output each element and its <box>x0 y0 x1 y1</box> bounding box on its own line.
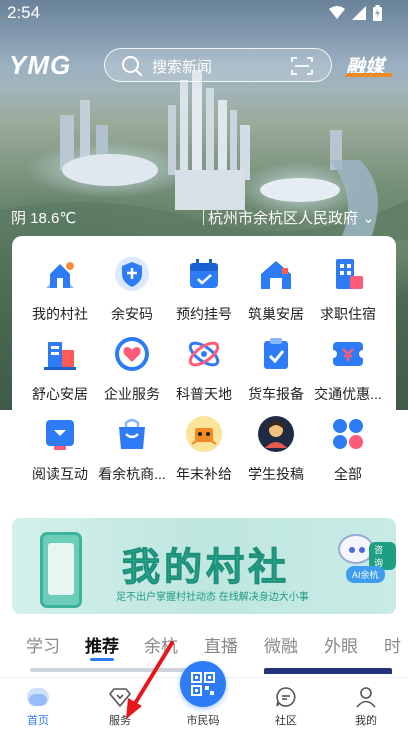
building-icon <box>328 254 368 294</box>
chat-bubble-icon <box>276 687 296 707</box>
service-item[interactable]: 货车报备 <box>240 334 312 400</box>
tab-waiyan[interactable]: 外眼 <box>324 632 358 657</box>
reading-icon <box>40 414 80 454</box>
service-item[interactable]: 预约挂号 <box>168 254 240 320</box>
wifi-icon <box>329 6 345 19</box>
shield-code-icon <box>112 254 152 294</box>
service-item[interactable]: 科普天地 <box>168 334 240 400</box>
status-time: 2:54 <box>7 3 41 22</box>
service-item-label: 预约挂号 <box>176 306 232 320</box>
service-item-label: 舒心安居 <box>32 386 88 400</box>
village-banner[interactable]: 我的村社 足不出户掌握村社动态 在线解决身边大小事 咨询 AI余杭 <box>12 518 396 614</box>
service-item-label: 余安码 <box>111 306 153 320</box>
service-grid-card: 我的村社 余安码 预约挂号 筑巢安居 求职住宿舒心安居 企业服务 科普天地 货车报备 交通优惠.… <box>12 236 396 501</box>
service-item-label: 求职住宿 <box>320 306 376 320</box>
weather-text: 阴 18.6℃ <box>11 210 77 227</box>
tab-xuexi[interactable]: 学习 <box>26 632 60 657</box>
tab-weirong[interactable]: 微融 <box>264 632 298 657</box>
home-icon <box>27 688 49 706</box>
service-item[interactable]: 交通优惠... <box>312 334 384 400</box>
all-grid-icon <box>328 414 368 454</box>
service-item[interactable]: 年末补给 <box>168 414 240 480</box>
search-icon <box>122 56 142 76</box>
service-item-label: 企业服务 <box>104 386 160 400</box>
service-item-label: 全部 <box>334 466 362 480</box>
divider <box>203 209 204 225</box>
nav-mine[interactable]: 我的 <box>336 686 396 728</box>
tab-shi[interactable]: 时 <box>384 632 401 657</box>
nav-home[interactable]: 首页 <box>8 686 68 728</box>
service-item[interactable]: 余安码 <box>96 254 168 320</box>
service-item-label: 我的村社 <box>32 306 88 320</box>
phone-illustration <box>40 532 82 608</box>
heart-hands-icon <box>112 334 152 374</box>
news-tabs: 学习 推荐 余杭 直播 微融 外眼 时 <box>0 632 408 662</box>
service-grid: 我的村社 余安码 预约挂号 筑巢安居 求职住宿舒心安居 企业服务 科普天地 货车报备 交通优惠.… <box>12 254 396 480</box>
nav-community[interactable]: 社区 <box>256 686 316 728</box>
ai-yuhang-tag: AI余杭 <box>346 566 385 583</box>
service-item-label: 交通优惠... <box>314 386 382 400</box>
village-house-icon <box>40 254 80 294</box>
service-item-label: 货车报备 <box>248 386 304 400</box>
service-item[interactable]: 全部 <box>312 414 384 480</box>
service-item[interactable]: 舒心安居 <box>24 334 96 400</box>
service-item-label: 阅读互动 <box>32 466 88 480</box>
active-tab-indicator <box>90 658 114 661</box>
service-item[interactable]: 阅读互动 <box>24 414 96 480</box>
ymg-logo: YMG <box>9 50 72 80</box>
gift-character-icon <box>184 414 224 454</box>
service-item[interactable]: 看余杭商... <box>96 414 168 480</box>
service-item[interactable]: 我的村社 <box>24 254 96 320</box>
house-icon <box>256 254 296 294</box>
service-item-label: 科普天地 <box>176 386 232 400</box>
atom-icon <box>184 334 224 374</box>
battery-icon <box>373 5 382 21</box>
ticket-icon <box>328 334 368 374</box>
rongmei-underline <box>345 73 393 77</box>
nav-service[interactable]: 服务 <box>90 686 150 728</box>
tab-zhibo[interactable]: 直播 <box>204 632 238 657</box>
search-placeholder: 搜索新闻 <box>152 59 213 76</box>
service-item-label: 年末补给 <box>176 466 232 480</box>
diamond-icon <box>109 688 131 707</box>
signal-icon <box>352 6 366 20</box>
person-icon <box>356 687 376 708</box>
scan-icon[interactable] <box>291 56 313 76</box>
citizen-code-label: 市民码 <box>186 715 220 727</box>
service-item[interactable]: 企业服务 <box>96 334 168 400</box>
status-bar: 2:54 <box>0 0 408 26</box>
shopping-bag-icon <box>112 414 152 454</box>
tab-tuijian[interactable]: 推荐 <box>85 632 119 657</box>
service-item[interactable]: 筑巢安居 <box>240 254 312 320</box>
service-item-label: 筑巢安居 <box>248 306 304 320</box>
government-selector[interactable]: 杭州市余杭区人民政府 ⌄ <box>208 207 375 228</box>
banner-title: 我的村社 <box>121 547 291 590</box>
tab-yuhang[interactable]: 余杭 <box>144 632 178 657</box>
qr-code-icon <box>191 672 215 696</box>
service-item-label: 看余杭商... <box>98 466 166 480</box>
service-item[interactable]: 求职住宿 <box>312 254 384 320</box>
citizen-code-button[interactable] <box>180 661 226 707</box>
student-avatar-icon <box>256 414 296 454</box>
calendar-icon <box>184 254 224 294</box>
service-item[interactable]: 学生投稿 <box>240 414 312 480</box>
banner-subtitle: 足不出户掌握村社动态 在线解决身边大小事 <box>116 592 309 603</box>
clipboard-check-icon <box>256 334 296 374</box>
apartment-icon <box>40 334 80 374</box>
service-item-label: 学生投稿 <box>248 466 304 480</box>
search-bar[interactable]: 搜索新闻 <box>104 48 332 82</box>
